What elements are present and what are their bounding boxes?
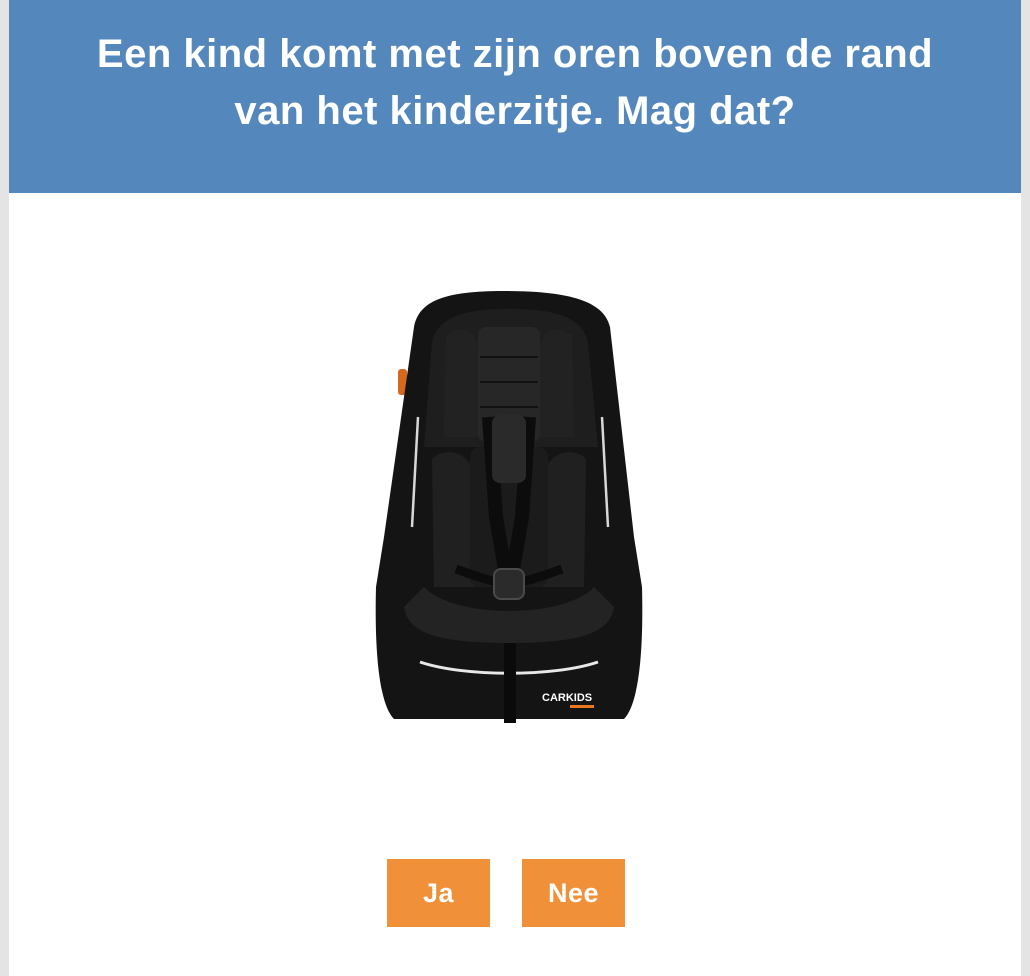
question-header: Een kind komt met zijn oren boven de ran… xyxy=(9,0,1021,193)
answer-yes-button[interactable]: Ja xyxy=(387,859,490,927)
quiz-card: Een kind komt met zijn oren boven de ran… xyxy=(9,0,1021,976)
car-seat-icon: CARKIDS xyxy=(375,291,643,723)
answer-buttons: Ja Nee xyxy=(387,859,625,927)
car-seat-image: CARKIDS xyxy=(374,287,644,727)
seat-logo: CARKIDS xyxy=(542,692,592,704)
answer-no-button[interactable]: Nee xyxy=(522,859,625,927)
question-title: Een kind komt met zijn oren boven de ran… xyxy=(96,31,934,133)
